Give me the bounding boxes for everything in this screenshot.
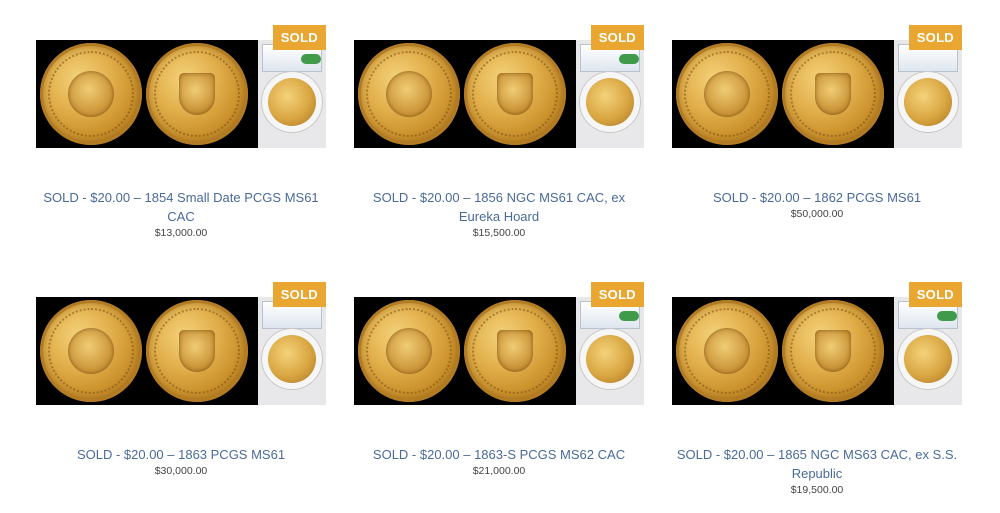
product-title-link[interactable]: SOLD - $20.00 – 1863 PCGS MS61	[36, 445, 326, 464]
product-title-link[interactable]: SOLD - $20.00 – 1862 PCGS MS61	[672, 188, 962, 207]
coin-reverse-image	[464, 300, 566, 402]
product-price: $19,500.00	[790, 484, 844, 496]
product-card: SOLD SOLD - $20.00 – 1856 NGC MS61 CAC, …	[354, 25, 644, 239]
sold-badge: SOLD	[272, 282, 326, 307]
slab-image	[258, 297, 326, 405]
product-card: SOLD SOLD - $20.00 – 1865 NGC MS63 CAC, …	[672, 282, 962, 496]
sold-badge: SOLD	[590, 25, 644, 50]
slab-image	[894, 40, 962, 148]
coin-obverse-image	[358, 300, 460, 402]
coin-obverse-image	[358, 43, 460, 145]
coin-reverse-image	[146, 43, 248, 145]
product-card: SOLD SOLD - $20.00 – 1854 Small Date PCG…	[36, 25, 326, 239]
product-grid: SOLD SOLD - $20.00 – 1854 Small Date PCG…	[0, 0, 1000, 513]
product-title-link[interactable]: SOLD - $20.00 – 1865 NGC MS63 CAC, ex S.…	[672, 445, 962, 483]
product-price: $13,000.00	[154, 227, 208, 239]
sold-badge: SOLD	[908, 282, 962, 307]
coin-reverse-image	[782, 43, 884, 145]
coin-reverse-image	[782, 300, 884, 402]
product-card: SOLD SOLD - $20.00 – 1862 PCGS MS61 $50,…	[672, 25, 962, 220]
product-image[interactable]: SOLD	[354, 25, 644, 148]
coin-reverse-image	[464, 43, 566, 145]
slab-image	[576, 40, 644, 148]
product-card: SOLD SOLD - $20.00 – 1863 PCGS MS61 $30,…	[36, 282, 326, 477]
product-image[interactable]: SOLD	[36, 25, 326, 148]
product-title-link[interactable]: SOLD - $20.00 – 1854 Small Date PCGS MS6…	[36, 188, 326, 226]
product-image[interactable]: SOLD	[672, 25, 962, 148]
sold-badge: SOLD	[908, 25, 962, 50]
coin-reverse-image	[146, 300, 248, 402]
product-price: $30,000.00	[154, 465, 208, 477]
product-price: $21,000.00	[472, 465, 526, 477]
coin-obverse-image	[676, 43, 778, 145]
sold-badge: SOLD	[590, 282, 644, 307]
coin-obverse-image	[40, 43, 142, 145]
product-title-link[interactable]: SOLD - $20.00 – 1856 NGC MS61 CAC, ex Eu…	[354, 188, 644, 226]
product-image[interactable]: SOLD	[354, 282, 644, 405]
product-price: $15,500.00	[472, 227, 526, 239]
slab-image	[894, 297, 962, 405]
product-card: SOLD SOLD - $20.00 – 1863-S PCGS MS62 CA…	[354, 282, 644, 477]
coin-obverse-image	[40, 300, 142, 402]
sold-badge: SOLD	[272, 25, 326, 50]
product-image[interactable]: SOLD	[672, 282, 962, 405]
slab-image	[258, 40, 326, 148]
product-price: $50,000.00	[790, 208, 844, 220]
slab-image	[576, 297, 644, 405]
coin-obverse-image	[676, 300, 778, 402]
product-title-link[interactable]: SOLD - $20.00 – 1863-S PCGS MS62 CAC	[354, 445, 644, 464]
product-image[interactable]: SOLD	[36, 282, 326, 405]
